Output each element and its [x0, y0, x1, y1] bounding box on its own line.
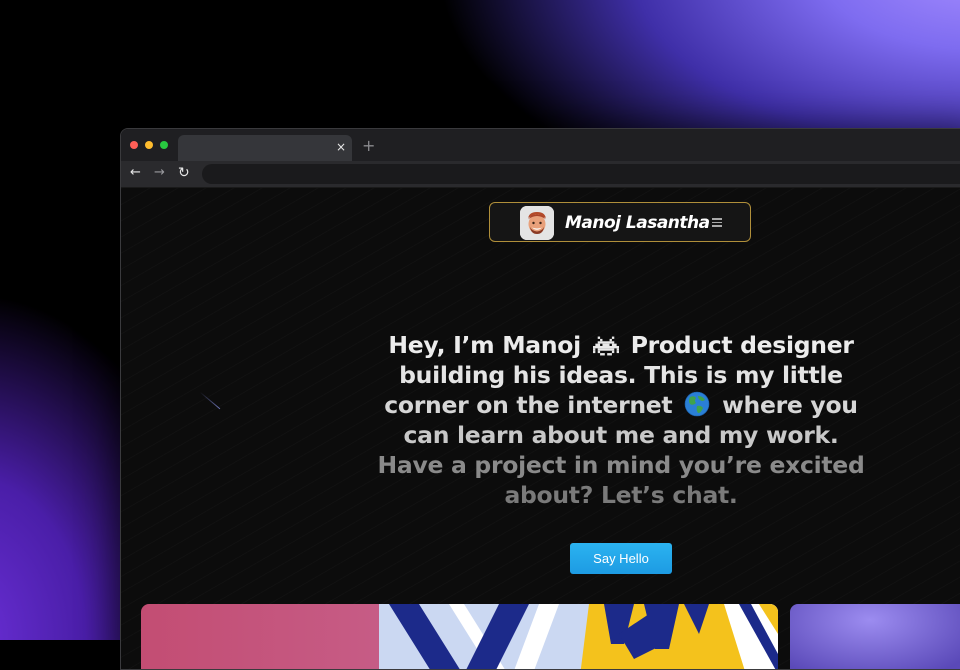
address-bar-input[interactable] — [202, 164, 960, 184]
page-viewport: Manoj Lasantha Hey, I’m Manoj Product de… — [121, 188, 960, 669]
hero-line-6: about? Let’s chat. — [504, 481, 738, 509]
new-tab-icon[interactable]: + — [362, 136, 375, 155]
hero-line-1b: Product designer — [630, 331, 854, 359]
minimize-window-button[interactable] — [145, 141, 153, 149]
project-card-artwork — [379, 604, 778, 669]
hero-line-3b: where you — [722, 391, 858, 419]
site-navbar: Manoj Lasantha — [489, 202, 751, 242]
back-arrow-icon[interactable]: ← — [130, 165, 141, 181]
browser-window: × + ← → ↻ Manoj Lasantha Hey, I’m Manoj … — [120, 128, 960, 670]
memoji-avatar-icon[interactable] — [520, 206, 554, 240]
brand-name[interactable]: Manoj Lasantha — [565, 212, 710, 234]
hero-line-3a: corner on the internet — [384, 391, 673, 419]
alien-monster-icon — [592, 336, 619, 356]
decorative-streak — [199, 391, 221, 410]
hero-line-2: building his ideas. This is my little — [399, 361, 843, 389]
hero-intro-text: Hey, I’m Manoj Product designer building… — [376, 330, 866, 510]
project-card[interactable] — [141, 604, 778, 669]
maximize-window-button[interactable] — [160, 141, 168, 149]
hero-line-1a: Hey, I’m Manoj — [388, 331, 581, 359]
forward-arrow-icon[interactable]: → — [154, 165, 165, 181]
close-window-button[interactable] — [130, 141, 138, 149]
globe-icon — [684, 391, 710, 417]
say-hello-button[interactable]: Say Hello — [570, 543, 672, 574]
hamburger-menu-icon[interactable] — [712, 218, 722, 227]
browser-toolbar: ← → ↻ — [121, 161, 960, 188]
browser-titlebar: × + — [121, 129, 960, 161]
reload-icon[interactable]: ↻ — [178, 165, 190, 181]
project-card[interactable] — [790, 604, 960, 669]
browser-tab[interactable]: × — [178, 135, 352, 161]
hero-line-4: can learn about me and my work. — [403, 421, 839, 449]
hero-line-5: Have a project in mind you’re excited — [377, 451, 865, 479]
tab-close-icon[interactable]: × — [336, 140, 346, 154]
